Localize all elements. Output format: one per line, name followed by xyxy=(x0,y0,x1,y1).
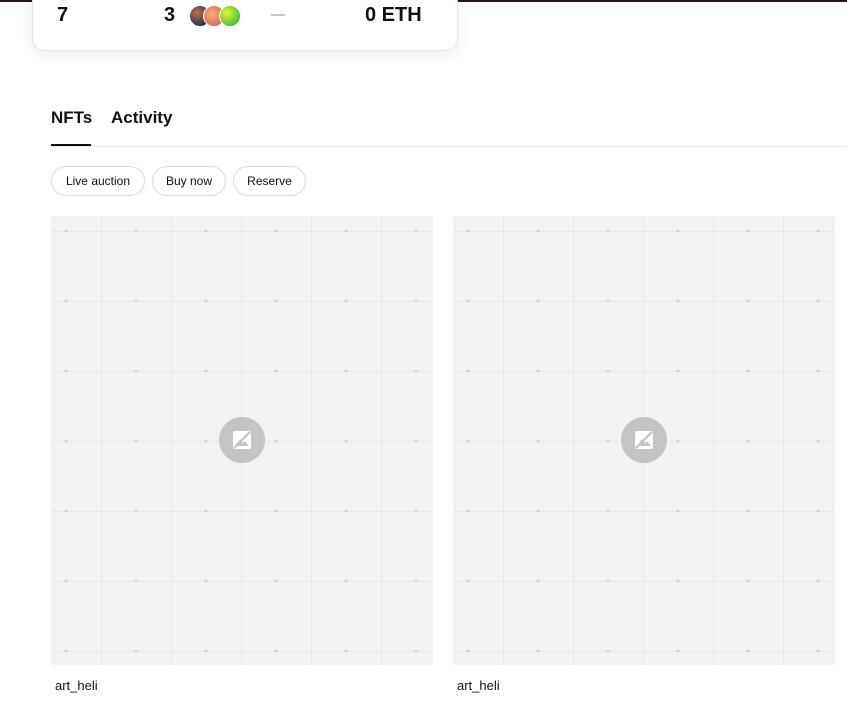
stat-eth-value: 0 ETH xyxy=(365,4,422,26)
filter-buy-now-button[interactable]: Buy now xyxy=(152,166,226,196)
filter-reserve-button[interactable]: Reserve xyxy=(233,166,306,196)
tab-activity[interactable]: Activity xyxy=(111,108,172,128)
avatar xyxy=(219,5,241,27)
filter-live-auction-button[interactable]: Live auction xyxy=(51,166,145,196)
active-tab-indicator xyxy=(51,144,91,146)
image-unavailable-icon xyxy=(621,417,667,463)
image-unavailable-icon xyxy=(219,417,265,463)
stat-first-value: 7 xyxy=(57,4,69,26)
tab-nfts[interactable]: NFTs xyxy=(51,108,92,128)
avatar-stack[interactable] xyxy=(189,5,249,27)
nft-image-placeholder[interactable] xyxy=(453,216,835,665)
nft-card[interactable]: art_heli xyxy=(453,216,835,693)
stat-second-value: 3 xyxy=(164,4,176,26)
nft-card[interactable]: art_heli xyxy=(51,216,433,693)
empty-value-dash xyxy=(271,14,285,16)
stats-card: 7 3 0 ETH xyxy=(32,0,458,51)
nft-card-name[interactable]: art_heli xyxy=(55,678,98,694)
tab-bar: NFTs Activity xyxy=(51,105,847,147)
nft-card-name[interactable]: art_heli xyxy=(457,678,500,694)
nft-image-placeholder[interactable] xyxy=(51,216,433,665)
